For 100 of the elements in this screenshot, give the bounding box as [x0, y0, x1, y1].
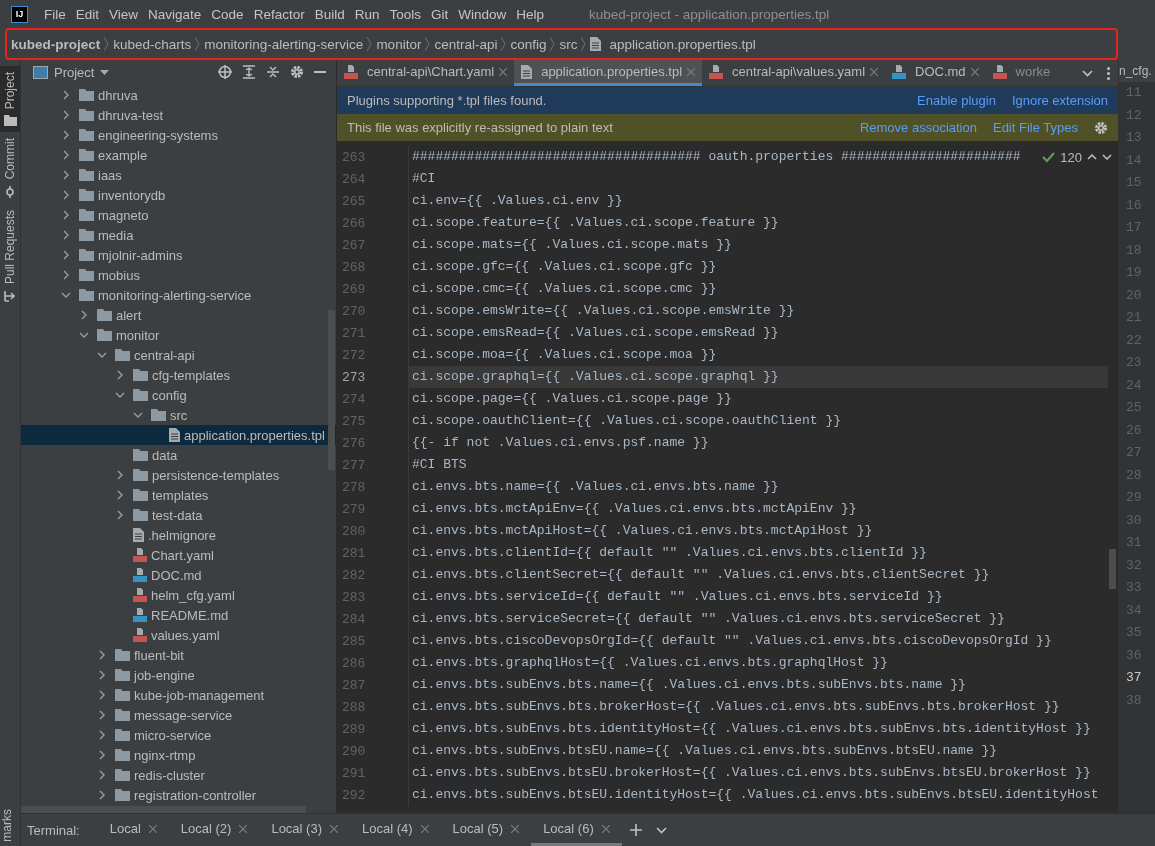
scrollbar[interactable]: [21, 806, 306, 813]
tree-item[interactable]: central-api: [21, 345, 336, 365]
tree-item[interactable]: redis-cluster: [21, 765, 336, 785]
close-icon[interactable]: [420, 824, 429, 833]
menu-item[interactable]: Build: [309, 6, 350, 22]
chevron-right-icon[interactable]: [97, 730, 107, 740]
chevron-right-icon[interactable]: [61, 110, 71, 120]
tree-item[interactable]: fluent-bit: [21, 645, 336, 665]
chevron-right-icon[interactable]: [79, 310, 89, 320]
menu-item[interactable]: Git: [426, 6, 454, 22]
tree-item[interactable]: inventorydb: [21, 185, 336, 205]
settings-icon[interactable]: [290, 65, 304, 79]
editor-tab[interactable]: application.properties.tpl: [514, 60, 703, 86]
editor-tab[interactable]: n_cfg.: [1119, 60, 1155, 82]
tree-item[interactable]: cfg-templates: [21, 365, 336, 385]
notification-link[interactable]: Edit File Types: [992, 120, 1078, 135]
chevron-right-icon[interactable]: [61, 170, 71, 180]
close-icon[interactable]: [601, 824, 610, 833]
panel-title[interactable]: Project: [54, 64, 95, 80]
dropdown-caret-icon[interactable]: [100, 69, 110, 75]
tree-item[interactable]: DOC.md: [21, 565, 336, 585]
chevron-right-icon[interactable]: [61, 210, 71, 220]
chevron-right-icon[interactable]: [61, 270, 71, 280]
terminal-tab[interactable]: Local (3): [259, 814, 350, 846]
checkmark-icon[interactable]: [1042, 151, 1056, 163]
chevron-right-icon[interactable]: [61, 130, 71, 140]
tree-item[interactable]: dhruva-test: [21, 105, 336, 125]
close-icon[interactable]: [239, 824, 248, 833]
tree-item[interactable]: kube-job-management: [21, 685, 336, 705]
menu-item[interactable]: Window: [453, 6, 512, 22]
terminal-tab[interactable]: Local (5): [440, 814, 532, 846]
tree-item[interactable]: media: [21, 225, 336, 245]
tree-item[interactable]: alert: [21, 305, 336, 325]
chevron-right-icon[interactable]: [115, 490, 125, 500]
chevron-right-icon[interactable]: [115, 470, 125, 480]
menu-item[interactable]: Tools: [384, 6, 426, 22]
breadcrumb-item[interactable]: kubed-project: [11, 36, 101, 52]
close-icon[interactable]: [330, 824, 338, 833]
tree-item[interactable]: monitor: [21, 325, 336, 345]
menu-item[interactable]: Help: [511, 6, 550, 22]
add-icon[interactable]: [629, 824, 642, 836]
expand-all-icon[interactable]: [242, 65, 256, 79]
chevron-right-icon[interactable]: [61, 90, 71, 100]
more-icon[interactable]: [1107, 66, 1110, 80]
notification-link[interactable]: Remove association: [859, 120, 977, 135]
chevron-right-icon[interactable]: [97, 690, 107, 700]
tree-item[interactable]: application.properties.tpl: [21, 425, 336, 445]
tree-item[interactable]: monitoring-alerting-service: [21, 285, 336, 305]
chevron-right-icon[interactable]: [97, 710, 107, 720]
editor-tab[interactable]: central-api\values.yaml: [702, 60, 886, 86]
tree-item[interactable]: values.yaml: [21, 625, 336, 645]
tree-item[interactable]: iaas: [21, 165, 336, 185]
scrollbar[interactable]: [328, 310, 335, 470]
chevron-right-icon[interactable]: [61, 190, 71, 200]
tool-window-button[interactable]: marks: [0, 807, 20, 846]
breadcrumb-item[interactable]: config: [510, 36, 547, 52]
chevron-down-icon[interactable]: [1082, 69, 1093, 77]
chevron-down-icon[interactable]: [655, 826, 667, 834]
chevron-right-icon[interactable]: [97, 790, 107, 800]
terminal-tab[interactable]: Local (6): [531, 814, 622, 846]
tool-window-button[interactable]: Commit: [0, 132, 20, 204]
tree-item[interactable]: README.md: [21, 605, 336, 625]
tree-item[interactable]: job-engine: [21, 665, 336, 685]
tree-item[interactable]: Chart.yaml: [21, 545, 336, 565]
notification-link[interactable]: Enable plugin: [917, 93, 996, 108]
chevron-up-icon[interactable]: [1087, 154, 1097, 160]
tree-item[interactable]: data: [21, 445, 336, 465]
tree-item[interactable]: example: [21, 145, 336, 165]
tree-item[interactable]: templates: [21, 485, 336, 505]
tree-item[interactable]: src: [21, 405, 336, 425]
chevron-down-icon[interactable]: [97, 350, 107, 360]
close-icon[interactable]: [511, 824, 520, 833]
chevron-right-icon[interactable]: [97, 770, 107, 780]
tree-item[interactable]: nginx-rtmp: [21, 745, 336, 765]
tree-item[interactable]: registration-controller: [21, 785, 336, 805]
notification-link[interactable]: Ignore extension: [1011, 93, 1108, 108]
tree-item[interactable]: dhruva: [21, 85, 336, 105]
menu-item[interactable]: Run: [349, 6, 385, 22]
chevron-down-icon[interactable]: [79, 330, 89, 340]
menu-item[interactable]: View: [104, 6, 144, 22]
breadcrumb-item[interactable]: central-api: [434, 36, 498, 52]
menu-item[interactable]: Navigate: [143, 6, 207, 22]
settings-icon[interactable]: [1094, 120, 1108, 135]
menu-item[interactable]: File: [39, 6, 71, 22]
tool-window-button[interactable]: Pull Requests: [0, 203, 20, 308]
tree-item[interactable]: persistence-templates: [21, 465, 336, 485]
terminal-tab[interactable]: Local (2): [168, 814, 260, 846]
collapse-all-icon[interactable]: [266, 65, 280, 79]
tree-item[interactable]: mobius: [21, 265, 336, 285]
tree-item[interactable]: magneto: [21, 205, 336, 225]
locate-icon[interactable]: [218, 65, 232, 79]
menu-item[interactable]: Refactor: [248, 6, 310, 22]
breadcrumb-item[interactable]: kubed-charts: [113, 36, 192, 52]
breadcrumb-item[interactable]: monitor: [376, 36, 422, 52]
chevron-right-icon[interactable]: [97, 670, 107, 680]
chevron-right-icon[interactable]: [97, 750, 107, 760]
close-icon[interactable]: [970, 67, 979, 76]
tree-item[interactable]: message-service: [21, 705, 336, 725]
chevron-right-icon[interactable]: [115, 510, 125, 520]
chevron-right-icon[interactable]: [61, 250, 71, 260]
